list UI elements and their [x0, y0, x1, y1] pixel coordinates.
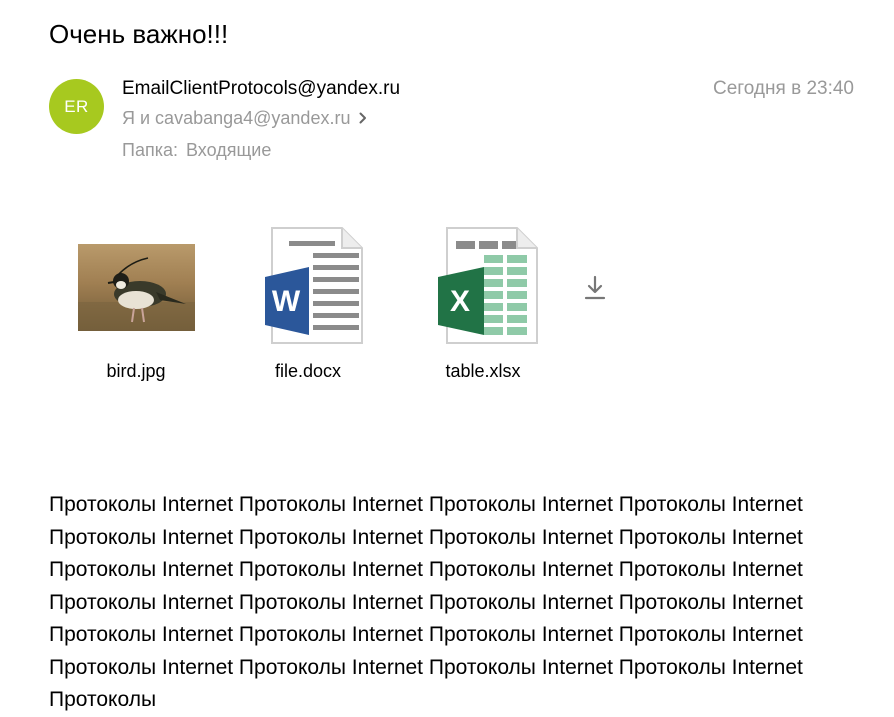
word-doc-icon: W — [265, 227, 363, 344]
message-subject: Очень важно!!! — [49, 19, 229, 49]
attachment-thumb: W — [238, 225, 378, 350]
message-body: Протоколы Internet Протоколы Internet Пр… — [49, 493, 803, 711]
photo-thumbnail — [77, 244, 195, 331]
folder-link[interactable]: Входящие — [186, 140, 271, 160]
folder-label: Папка: — [122, 140, 178, 160]
attachment-thumb — [66, 225, 206, 350]
attachment-xlsx[interactable]: X table.xlsx — [413, 225, 553, 385]
attachment-bird[interactable]: bird.jpg — [66, 225, 206, 385]
attachment-filename: bird.jpg — [106, 361, 166, 381]
avatar-initials: ER — [64, 96, 89, 116]
attachment-docx[interactable]: W file.docx — [238, 225, 378, 385]
folder-info: Папка: Входящие — [122, 138, 271, 162]
sender-avatar[interactable]: ER — [49, 79, 104, 134]
svg-text:X: X — [450, 285, 470, 318]
recipients-text: Я и cavabanga4@yandex.ru — [122, 108, 351, 128]
excel-sheet-icon: X — [438, 227, 538, 344]
chevron-right-icon — [359, 112, 367, 124]
sender-email[interactable]: EmailClientProtocols@yandex.ru — [122, 77, 400, 101]
attachment-filename: table.xlsx — [445, 361, 521, 381]
attachment-thumb: X — [413, 225, 553, 350]
recipients-toggle[interactable]: Я и cavabanga4@yandex.ru — [122, 106, 370, 130]
svg-text:W: W — [272, 285, 301, 318]
download-icon[interactable] — [583, 275, 607, 301]
attachment-filename: file.docx — [274, 361, 342, 381]
message-date: Сегодня в 23:40 — [712, 78, 854, 99]
